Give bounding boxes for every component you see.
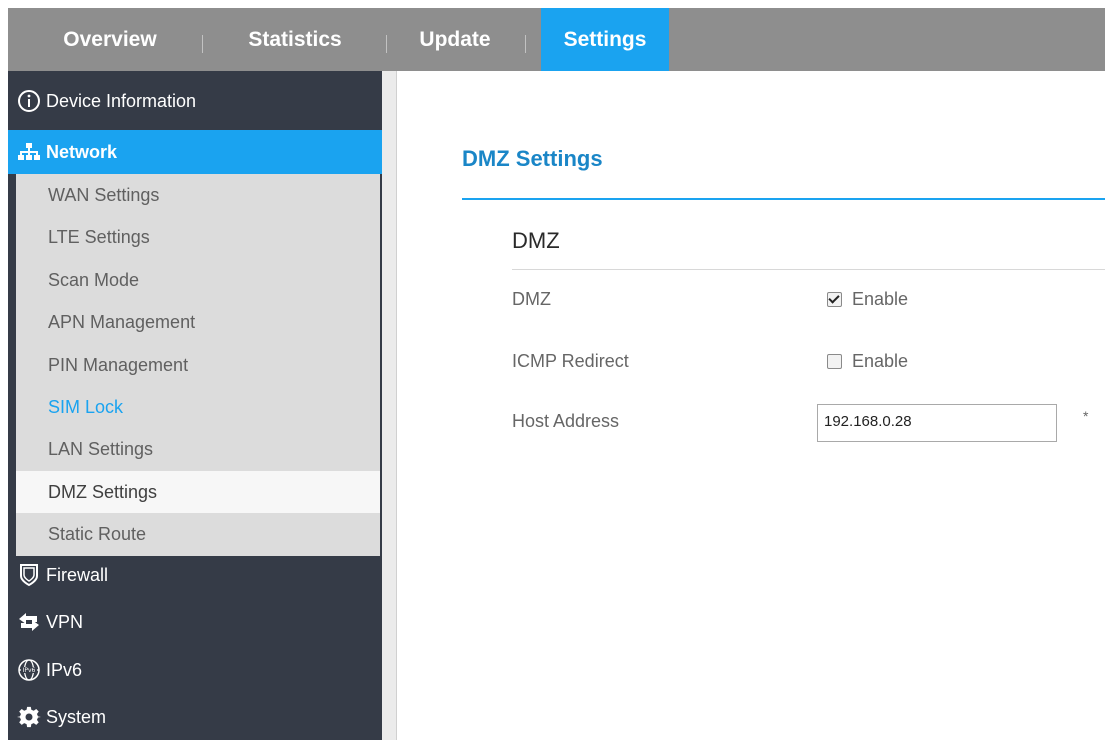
- sidebar-item-ipv6[interactable]: IPv6 IPv6: [8, 648, 382, 692]
- sidebar-item-label: Firewall: [46, 564, 109, 585]
- sidebar: Device Information Network WAN Settings …: [8, 71, 382, 740]
- sidebar-item-network[interactable]: Network: [8, 130, 382, 174]
- dmz-enable-label: Enable: [852, 289, 909, 309]
- sidebar-item-static-route[interactable]: Static Route: [16, 513, 380, 555]
- dmz-label: DMZ: [512, 289, 551, 309]
- shield-icon: [16, 562, 42, 588]
- tab-settings[interactable]: Settings: [541, 8, 669, 71]
- sidebar-item-wan-settings[interactable]: WAN Settings: [16, 174, 380, 216]
- tab-update[interactable]: Update: [400, 8, 510, 71]
- sidebar-item-pin-management[interactable]: PIN Management: [16, 344, 380, 386]
- top-nav-bar: Overview Statistics Update Settings: [8, 8, 1105, 71]
- icmp-redirect-label: ICMP Redirect: [512, 351, 629, 371]
- section-rule: [512, 269, 1105, 270]
- gear-icon: [16, 704, 42, 730]
- sidebar-item-lte-settings[interactable]: LTE Settings: [16, 216, 380, 258]
- network-submenu: WAN Settings LTE Settings Scan Mode APN …: [16, 174, 380, 556]
- section-title: DMZ: [512, 228, 560, 253]
- content-divider: [382, 71, 396, 740]
- page-title: DMZ Settings: [462, 146, 603, 171]
- required-marker: *: [1083, 408, 1089, 424]
- sidebar-item-label: Device Information: [46, 90, 197, 111]
- checkbox-checked-icon[interactable]: [827, 292, 842, 307]
- sidebar-item-dmz-settings[interactable]: DMZ Settings: [16, 470, 380, 514]
- sidebar-item-label: System: [46, 706, 107, 727]
- sidebar-item-label: Network: [46, 141, 118, 162]
- sidebar-item-scan-mode[interactable]: Scan Mode: [16, 259, 380, 301]
- sidebar-item-system[interactable]: System: [8, 695, 382, 739]
- sidebar-item-label: VPN: [46, 611, 84, 632]
- sidebar-item-label: IPv6: [46, 659, 83, 680]
- checkbox-unchecked-icon[interactable]: [827, 354, 842, 369]
- icmp-redirect-enable-checkbox[interactable]: Enable: [827, 351, 908, 372]
- sidebar-item-lan-settings[interactable]: LAN Settings: [16, 428, 380, 470]
- sidebar-item-sim-lock[interactable]: SIM Lock: [16, 386, 380, 428]
- tab-statistics[interactable]: Statistics: [220, 8, 370, 71]
- svg-text:IPv6: IPv6: [23, 667, 36, 674]
- dmz-enable-checkbox[interactable]: Enable: [827, 289, 908, 310]
- host-address-label: Host Address: [512, 411, 620, 431]
- host-address-input[interactable]: 192.168.0.28: [817, 404, 1057, 442]
- ipv6-globe-icon: IPv6: [16, 657, 42, 683]
- sidebar-item-device-information[interactable]: Device Information: [8, 79, 382, 123]
- sidebar-item-apn-management[interactable]: APN Management: [16, 301, 380, 343]
- network-icon: [16, 139, 42, 165]
- sidebar-item-vpn[interactable]: VPN: [8, 600, 382, 644]
- tab-overview[interactable]: Overview: [40, 8, 180, 71]
- main-content: DMZ Settings DMZ DMZ Enable ICMP Redirec…: [397, 71, 1105, 740]
- exchange-arrows-icon: [16, 609, 42, 635]
- tab-separator: [525, 35, 526, 53]
- tab-separator: [386, 35, 387, 53]
- info-icon: [16, 88, 42, 114]
- tab-separator: [202, 35, 203, 53]
- sidebar-item-firewall[interactable]: Firewall: [8, 553, 382, 597]
- title-rule: [462, 198, 1105, 200]
- icmp-enable-label: Enable: [852, 351, 909, 371]
